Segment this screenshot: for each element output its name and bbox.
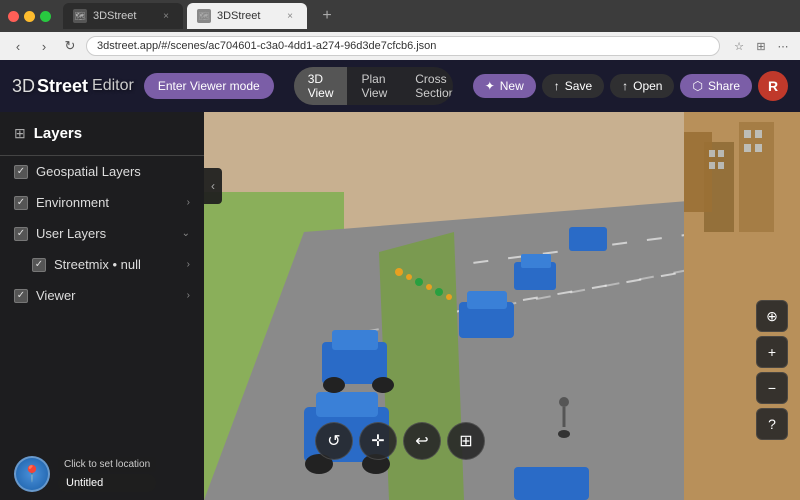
logo-3d: 3D (12, 76, 35, 97)
layer-check-user-layers[interactable]: ✓ (14, 227, 28, 241)
browser-tab-2[interactable]: 🗺 3DStreet × (187, 3, 307, 29)
curve-tool[interactable]: ↩ (403, 422, 441, 460)
layer-label-environment: Environment (36, 195, 179, 210)
layer-streetmix[interactable]: ✓ Streetmix • null › (0, 249, 204, 280)
save-icon: ↑ (554, 79, 560, 93)
panel-collapse-button[interactable]: ‹ (204, 168, 222, 204)
header-actions: ✦ New ↑ Save ↑ Open ⬡ Share R (473, 71, 788, 101)
location-icon[interactable]: 📍 (14, 456, 50, 492)
layers-panel: ⊞ Layers ✓ Geospatial Layers ✓ Environme… (0, 112, 204, 500)
minimize-window-btn[interactable] (24, 11, 35, 22)
layer-arrow-streetmix: › (187, 259, 190, 270)
scale-tool[interactable]: ⊞ (447, 422, 485, 460)
logo-street: Street (37, 76, 88, 97)
share-icon: ⬡ (692, 79, 702, 93)
forward-button[interactable]: › (34, 36, 54, 56)
app-header: 3D Street Editor Enter Viewer mode 3D Vi… (0, 60, 800, 112)
location-click-text[interactable]: Click to set location (58, 457, 156, 472)
share-label: Share (708, 79, 740, 93)
bookmark-icon[interactable]: ☆ (730, 37, 748, 55)
location-badge: 📍 Click to set location Untitled (14, 456, 156, 492)
tab-label-1: 3DStreet (93, 10, 136, 22)
new-tab-button[interactable]: + (315, 4, 339, 28)
layer-label-streetmix: Streetmix • null (54, 257, 179, 272)
tab-close-2[interactable]: × (283, 9, 297, 23)
save-label: Save (565, 79, 592, 93)
new-button[interactable]: ✦ New (473, 74, 536, 98)
view-tabs: 3D View Plan View Cross Section (294, 67, 453, 105)
nav-icons: ☆ ⊞ ⋯ (730, 37, 792, 55)
logo-editor: Editor (92, 77, 134, 95)
scene-canvas (204, 112, 800, 500)
location-name[interactable]: Untitled (58, 474, 156, 492)
app-area: 3D Street Editor Enter Viewer mode 3D Vi… (0, 60, 800, 500)
browser-chrome: 🗺 3DStreet × 🗺 3DStreet × + ‹ › ↻ 3dstre… (0, 0, 800, 60)
panel-title: Layers (34, 125, 82, 142)
panel-header: ⊞ Layers (0, 112, 204, 156)
zoom-out-button[interactable]: − (756, 372, 788, 404)
layer-check-viewer[interactable]: ✓ (14, 289, 28, 303)
tab-3d-view[interactable]: 3D View (294, 67, 348, 105)
layer-check-geospatial[interactable]: ✓ (14, 165, 28, 179)
back-button[interactable]: ‹ (8, 36, 28, 56)
open-label: Open (633, 79, 662, 93)
layer-label-viewer: Viewer (36, 288, 179, 303)
help-button[interactable]: ? (756, 408, 788, 440)
compass-button[interactable]: ⊕ (756, 300, 788, 332)
share-button[interactable]: ⬡ Share (680, 74, 752, 98)
reload-button[interactable]: ↻ (60, 36, 80, 56)
layer-check-environment[interactable]: ✓ (14, 196, 28, 210)
nav-bar: ‹ › ↻ 3dstreet.app/#/scenes/ac704601-c3a… (0, 32, 800, 60)
layers-icon: ⊞ (14, 125, 26, 142)
location-text: Click to set location Untitled (58, 457, 156, 492)
tab-bar: 🗺 3DStreet × 🗺 3DStreet × + (0, 0, 800, 32)
new-label: New (500, 79, 524, 93)
extensions-icon[interactable]: ⊞ (752, 37, 770, 55)
layer-arrow-viewer: › (187, 290, 190, 301)
layer-arrow-environment: › (187, 197, 190, 208)
tab-favicon-2: 🗺 (197, 9, 211, 23)
layer-label-geospatial: Geospatial Layers (36, 164, 190, 179)
layer-user-layers[interactable]: ✓ User Layers ⌄ (0, 218, 204, 249)
move-tool[interactable]: ✛ (359, 422, 397, 460)
open-button[interactable]: ↑ Open (610, 74, 674, 98)
layer-label-user-layers: User Layers (36, 226, 174, 241)
settings-icon[interactable]: ⋯ (774, 37, 792, 55)
layer-geospatial[interactable]: ✓ Geospatial Layers (0, 156, 204, 187)
zoom-in-button[interactable]: + (756, 336, 788, 368)
new-icon: ✦ (485, 79, 495, 93)
layer-arrow-user-layers: ⌄ (182, 228, 190, 239)
bottom-toolbar: ↺ ✛ ↩ ⊞ (315, 422, 485, 460)
user-avatar[interactable]: R (758, 71, 788, 101)
address-text: 3dstreet.app/#/scenes/ac704601-c3a0-4dd1… (97, 40, 436, 52)
tab-close-1[interactable]: × (159, 9, 173, 23)
maximize-window-btn[interactable] (40, 11, 51, 22)
tab-label-2: 3DStreet (217, 10, 260, 22)
layer-environment[interactable]: ✓ Environment › (0, 187, 204, 218)
rotate-tool[interactable]: ↺ (315, 422, 353, 460)
address-bar[interactable]: 3dstreet.app/#/scenes/ac704601-c3a0-4dd1… (86, 36, 720, 56)
open-icon: ↑ (622, 79, 628, 93)
tab-favicon-1: 🗺 (73, 9, 87, 23)
browser-tab-1[interactable]: 🗺 3DStreet × (63, 3, 183, 29)
tab-cross-section[interactable]: Cross Section (401, 67, 452, 105)
app-logo: 3D Street Editor (12, 76, 134, 97)
layer-viewer[interactable]: ✓ Viewer › (0, 280, 204, 311)
layer-check-streetmix[interactable]: ✓ (32, 258, 46, 272)
viewer-mode-button[interactable]: Enter Viewer mode (144, 73, 274, 99)
close-window-btn[interactable] (8, 11, 19, 22)
save-button[interactable]: ↑ Save (542, 74, 604, 98)
traffic-lights (8, 11, 51, 22)
right-controls: ⊕ + − ? (756, 300, 788, 440)
tab-plan-view[interactable]: Plan View (347, 67, 401, 105)
